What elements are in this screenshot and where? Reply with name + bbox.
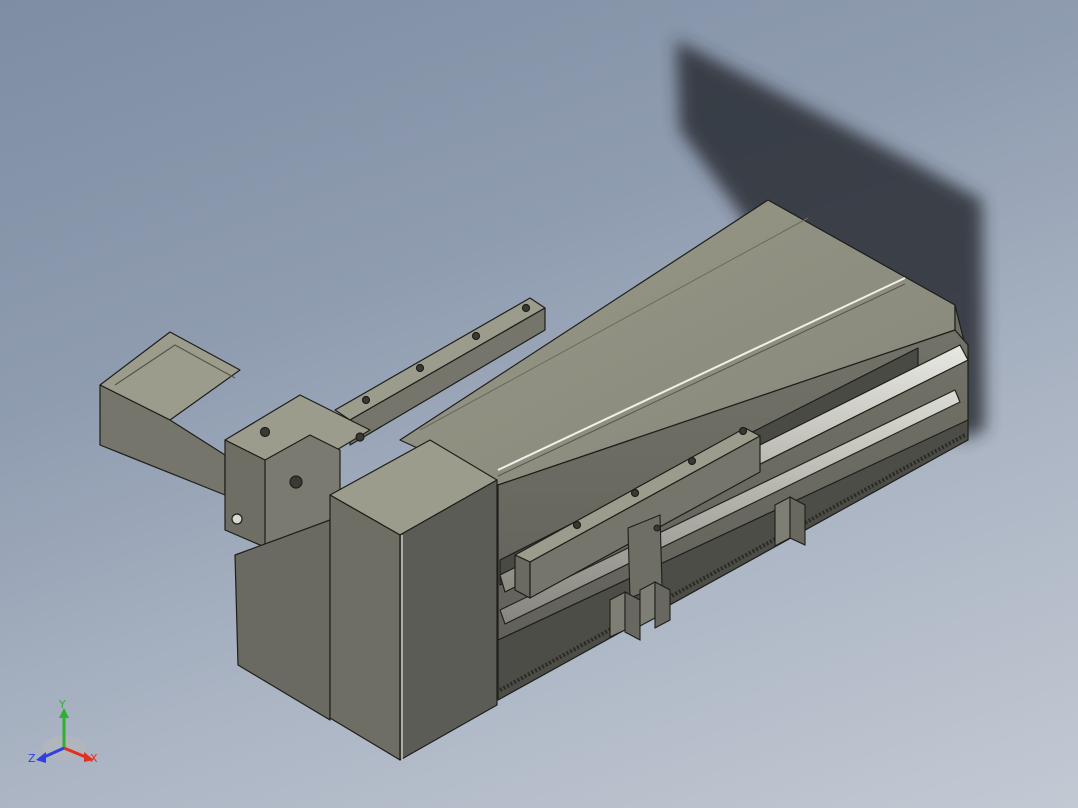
- x-axis-label: X: [90, 752, 98, 765]
- z-axis-head-icon: [36, 752, 46, 763]
- 3d-model-view[interactable]: Y X Z: [0, 0, 1078, 808]
- cad-graphics-viewport[interactable]: Y X Z: [0, 0, 1078, 808]
- end-cap[interactable]: [329, 439, 498, 761]
- axis-triad: Y X Z: [28, 698, 98, 765]
- servo-motor[interactable]: [99, 331, 241, 496]
- z-axis-label: Z: [28, 752, 36, 765]
- y-axis-label: Y: [58, 698, 66, 711]
